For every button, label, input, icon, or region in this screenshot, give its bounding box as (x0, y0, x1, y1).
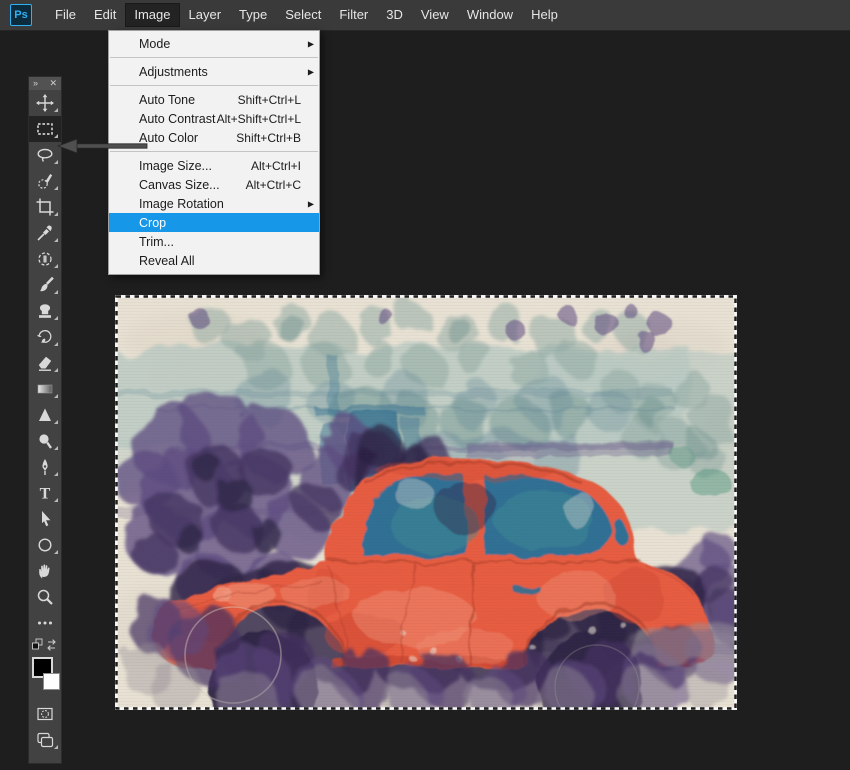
menu-file[interactable]: File (46, 3, 85, 27)
clone-stamp-icon (35, 301, 55, 321)
menu-window[interactable]: Window (458, 3, 522, 27)
submenu-arrow-icon: ▶ (308, 39, 314, 48)
tool-pen[interactable] (29, 454, 61, 480)
lasso-icon (35, 145, 55, 165)
tool-quick-selection[interactable] (29, 168, 61, 194)
zoom-icon (35, 587, 55, 607)
watercolor-beetle-artwork (115, 295, 737, 710)
ellipsis-icon (35, 613, 55, 633)
menu-bar: Ps File Edit Image Layer Type Select Fil… (0, 0, 850, 31)
tool-screen-mode[interactable] (29, 727, 61, 753)
gradient-icon (35, 379, 55, 399)
tool-quick-mask[interactable] (29, 701, 61, 727)
path-selection-icon (35, 509, 55, 529)
menu-item-auto-contrast[interactable]: Auto Contrast Alt+Shift+Ctrl+L (109, 109, 319, 128)
tool-type[interactable]: T (29, 480, 61, 506)
dodge-icon (35, 431, 55, 451)
hand-icon (35, 561, 55, 581)
spot-healing-brush-icon (35, 249, 55, 269)
swap-colors-icon (31, 637, 59, 653)
sharpen-icon (35, 405, 55, 425)
submenu-arrow-icon: ▶ (308, 199, 314, 208)
tool-path-selection[interactable] (29, 506, 61, 532)
tool-eyedropper[interactable] (29, 220, 61, 246)
submenu-arrow-icon: ▶ (308, 67, 314, 76)
menu-item-canvas-size[interactable]: Canvas Size... Alt+Ctrl+C (109, 175, 319, 194)
menu-item-mode[interactable]: Mode ▶ (109, 34, 319, 53)
tool-sharpen[interactable] (29, 402, 61, 428)
close-panel-icon[interactable]: ✕ (49, 77, 57, 90)
document-canvas[interactable] (115, 295, 737, 710)
menu-edit[interactable]: Edit (85, 3, 125, 27)
tools-panel: » ✕ (28, 76, 62, 764)
tool-edit-toolbar[interactable] (29, 610, 61, 636)
menu-view[interactable]: View (412, 3, 458, 27)
left-arrow-icon (57, 137, 149, 155)
rectangular-marquee-icon (35, 119, 55, 139)
screen-mode-icon (35, 730, 55, 750)
menu-item-image-rotation[interactable]: Image Rotation ▶ (109, 194, 319, 213)
background-color-swatch[interactable] (43, 673, 60, 690)
menu-filter[interactable]: Filter (330, 3, 377, 27)
menu-item-adjustments[interactable]: Adjustments ▶ (109, 62, 319, 81)
tool-move[interactable] (29, 90, 61, 116)
eyedropper-icon (35, 223, 55, 243)
collapse-panel-icon[interactable]: » (33, 77, 38, 90)
tool-clone-stamp[interactable] (29, 298, 61, 324)
menu-item-reveal-all[interactable]: Reveal All (109, 251, 319, 270)
tool-hand[interactable] (29, 558, 61, 584)
history-brush-icon (35, 327, 55, 347)
pen-icon (35, 457, 55, 477)
move-icon (35, 93, 55, 113)
tool-brush[interactable] (29, 272, 61, 298)
tool-eraser[interactable] (29, 350, 61, 376)
photoshop-logo[interactable]: Ps (10, 4, 32, 26)
svg-text:T: T (40, 486, 51, 503)
crop-icon (35, 197, 55, 217)
shortcut-label: Shift+Ctrl+B (236, 131, 301, 145)
menu-select[interactable]: Select (276, 3, 330, 27)
tool-gradient[interactable] (29, 376, 61, 402)
tool-zoom[interactable] (29, 584, 61, 610)
shortcut-label: Alt+Shift+Ctrl+L (217, 112, 301, 126)
tool-spot-healing-brush[interactable] (29, 246, 61, 272)
quick-selection-icon (35, 171, 55, 191)
menu-type[interactable]: Type (230, 3, 276, 27)
type-icon: T (35, 483, 55, 503)
shortcut-label: Alt+Ctrl+I (251, 159, 301, 173)
tool-crop[interactable] (29, 194, 61, 220)
menu-separator (110, 85, 318, 86)
menu-item-auto-tone[interactable]: Auto Tone Shift+Ctrl+L (109, 90, 319, 109)
tools-panel-header: » ✕ (29, 77, 61, 90)
menu-item-trim[interactable]: Trim... (109, 232, 319, 251)
default-swap-colors[interactable] (29, 636, 61, 654)
menu-help[interactable]: Help (522, 3, 567, 27)
tool-history-brush[interactable] (29, 324, 61, 350)
menu-3d[interactable]: 3D (377, 3, 412, 27)
menu-separator (110, 57, 318, 58)
tool-dodge[interactable] (29, 428, 61, 454)
ellipse-icon (35, 535, 55, 555)
menu-image[interactable]: Image (125, 3, 179, 27)
eraser-icon (35, 353, 55, 373)
menu-layer[interactable]: Layer (180, 3, 231, 27)
shortcut-label: Shift+Ctrl+L (238, 93, 301, 107)
color-swatches (29, 655, 61, 701)
shortcut-label: Alt+Ctrl+C (246, 178, 301, 192)
brush-icon (35, 275, 55, 295)
annotation-arrow (57, 137, 149, 160)
quick-mask-icon (35, 704, 55, 724)
menu-item-crop[interactable]: Crop (109, 213, 319, 232)
tool-ellipse[interactable] (29, 532, 61, 558)
